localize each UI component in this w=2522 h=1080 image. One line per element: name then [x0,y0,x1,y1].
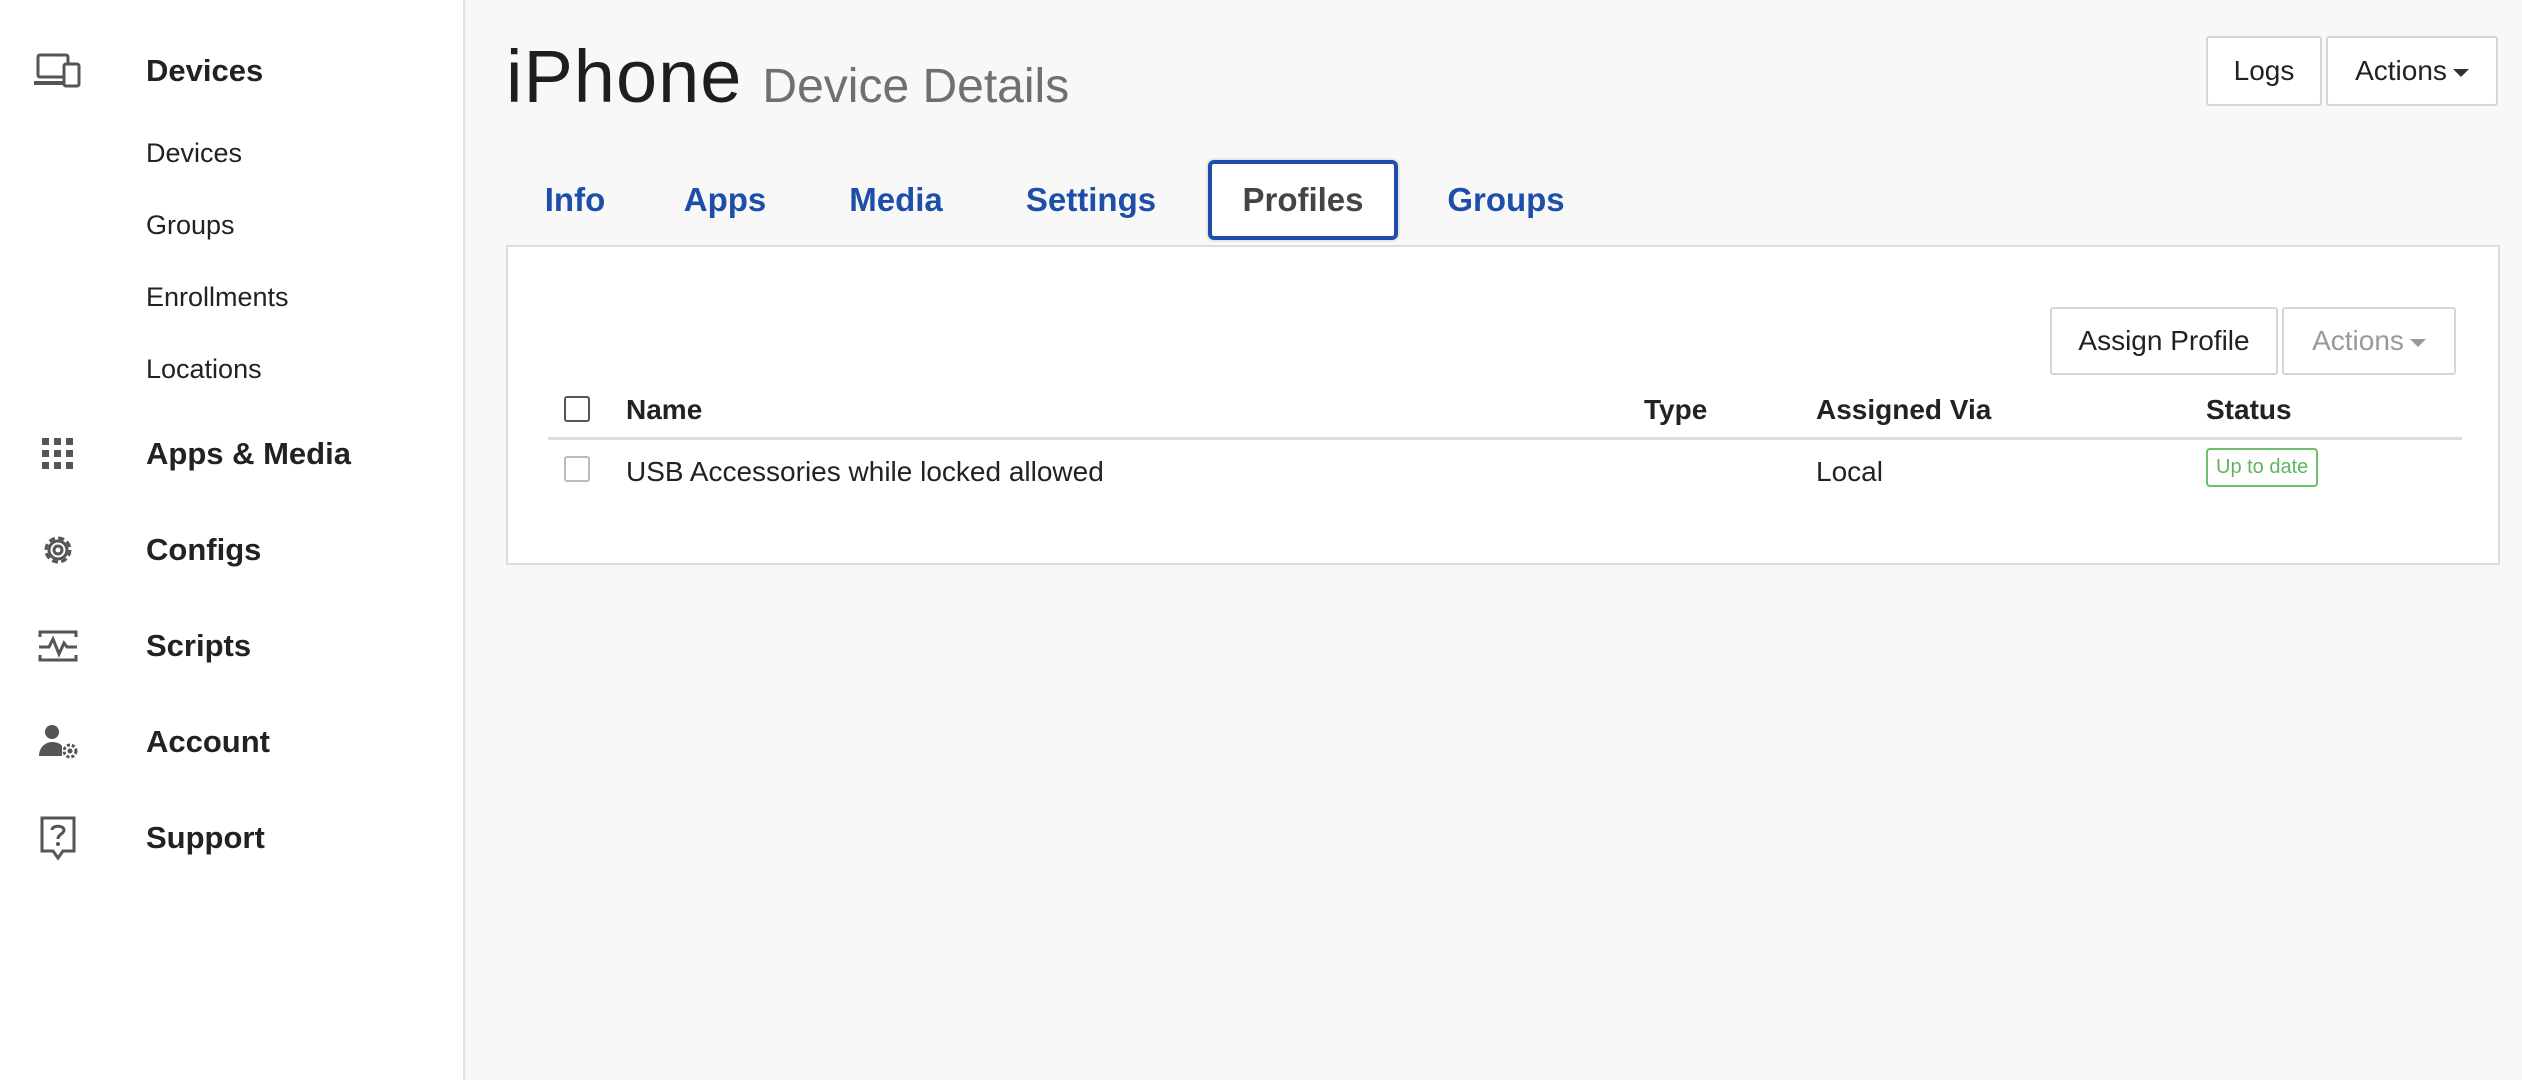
tab-media-label: Media [849,181,943,218]
assign-profile-button[interactable]: Assign Profile [2050,307,2278,375]
col-status[interactable]: Status [2206,394,2292,426]
col-name[interactable]: Name [626,394,702,426]
devices-icon [34,47,82,95]
nav-account-label: Account [146,724,270,759]
nav-support[interactable]: Support [0,808,463,868]
nav-support-label: Support [146,820,265,855]
profile-actions-label: Actions [2312,325,2404,356]
tab-groups-label: Groups [1447,181,1565,218]
page-title: iPhone Device Details [506,34,1069,119]
nav-configs[interactable]: Configs [0,520,463,580]
col-assigned-via[interactable]: Assigned Via [1816,394,1991,426]
row-checkbox[interactable] [564,456,590,482]
main-content: iPhone Device Details Logs Actions Info … [466,0,2522,1080]
profiles-panel: Assign Profile Actions Name Type Assigne… [506,245,2500,565]
nav-account[interactable]: Account [0,712,463,772]
actions-button[interactable]: Actions [2326,36,2498,106]
nav-sub-groups[interactable]: Groups [146,210,235,241]
logs-button[interactable]: Logs [2206,36,2322,106]
assign-profile-label: Assign Profile [2078,325,2250,356]
nav-devices-label: Devices [146,53,264,88]
row-assigned-via: Local [1816,456,1883,487]
tab-apps[interactable]: Apps [644,155,806,245]
page-subtitle: Device Details [762,60,1070,113]
profile-actions-button[interactable]: Actions [2282,307,2456,375]
col-type[interactable]: Type [1644,394,1707,426]
nav-devices[interactable]: Devices [0,41,463,101]
tab-groups[interactable]: Groups [1406,155,1606,245]
select-all-checkbox[interactable] [564,396,590,422]
device-name: iPhone [506,35,743,118]
gear-icon [34,526,82,574]
nav-sub-enrollments[interactable]: Enrollments [146,282,289,313]
nav-sub-devices[interactable]: Devices [146,138,242,169]
tab-profiles-label: Profiles [1242,181,1364,218]
nav-sub-locations[interactable]: Locations [146,354,262,385]
nav-scripts[interactable]: Scripts [0,616,463,676]
tab-apps-label: Apps [683,181,767,218]
row-name: USB Accessories while locked allowed [626,456,1104,487]
nav-configs-label: Configs [146,532,262,567]
actions-button-label: Actions [2355,55,2447,86]
tab-media[interactable]: Media [806,155,986,245]
profiles-table: Name Type Assigned Via Status USB Access… [548,382,2462,500]
tab-settings-label: Settings [1025,181,1157,218]
status-badge: Up to date [2206,448,2319,487]
chevron-down-icon [2452,69,2469,77]
account-gear-icon [34,718,82,766]
logs-button-label: Logs [2233,55,2295,86]
tab-info[interactable]: Info [506,155,644,245]
tab-profiles[interactable]: Profiles [1208,160,1398,240]
tab-settings[interactable]: Settings [986,155,1196,245]
nav-apps-media-label: Apps & Media [146,436,351,471]
table-header: Name Type Assigned Via Status [548,382,2462,440]
sidebar: Devices Devices Groups Enrollments Locat… [0,0,465,1080]
script-icon [34,622,82,670]
tab-info-label: Info [544,181,606,218]
grid-icon [34,430,82,478]
help-icon [34,814,82,862]
nav-scripts-label: Scripts [146,628,252,663]
nav-apps-media[interactable]: Apps & Media [0,424,463,484]
chevron-down-icon [2409,339,2426,347]
table-row: USB Accessories while locked allowed Loc… [548,440,2462,500]
